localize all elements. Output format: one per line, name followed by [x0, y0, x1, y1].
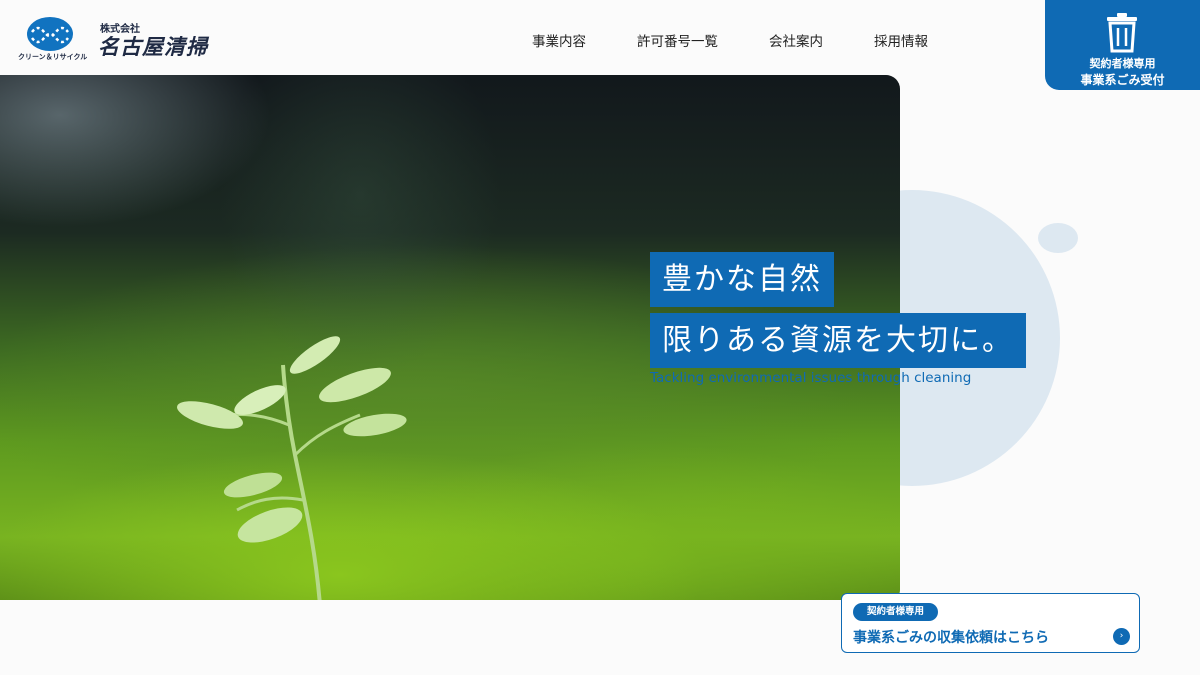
collection-request-label: 事業系ごみの収集依頼はこちら: [853, 630, 1049, 646]
hero-subtitle: Tackling environmental issues through cl…: [650, 370, 972, 386]
main-nav: 事業内容 許可番号一覧 会社案内 採用情報: [532, 30, 928, 50]
site-logo[interactable]: クリーン＆リサイクル 株式会社 名古屋清掃: [18, 14, 258, 64]
hero-headline-line2: 限りある資源を大切に。: [650, 313, 1026, 368]
collection-request-button[interactable]: 契約者様専用 事業系ごみの収集依頼はこちら ›: [841, 593, 1140, 653]
contract-cta-line2: 事業系ごみ受付: [1080, 73, 1165, 87]
nav-item-permits[interactable]: 許可番号一覧: [637, 30, 718, 50]
logo-mark-icon: [27, 17, 73, 51]
contract-cta-line1: 契約者様専用: [1089, 57, 1156, 70]
contract-waste-button[interactable]: 契約者様専用 事業系ごみ受付: [1045, 0, 1200, 90]
sprout-illustration: [177, 336, 407, 600]
contract-badge: 契約者様専用: [853, 603, 939, 621]
trash-icon: [1107, 13, 1137, 53]
page: クリーン＆リサイクル 株式会社 名古屋清掃 事業内容 許可番号一覧 会社案内 採…: [0, 0, 1200, 675]
nav-item-recruit[interactable]: 採用情報: [874, 30, 928, 50]
decorative-circle-small: [1038, 223, 1078, 253]
logo-company-name: 名古屋清掃: [98, 35, 208, 59]
chevron-right-icon: ›: [1113, 628, 1130, 645]
hero-headline-line1: 豊かな自然: [650, 252, 834, 307]
logo-tagline: クリーン＆リサイクル: [18, 53, 88, 61]
nav-item-business[interactable]: 事業内容: [532, 30, 586, 50]
nav-item-company[interactable]: 会社案内: [769, 30, 823, 50]
